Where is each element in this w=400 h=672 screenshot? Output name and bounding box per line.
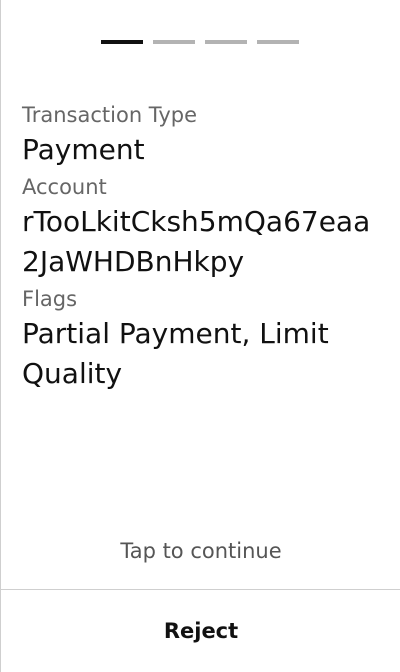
account-label: Account xyxy=(22,175,107,199)
transaction-type-label: Transaction Type xyxy=(22,103,198,127)
transaction-type-value: Payment xyxy=(22,133,145,166)
progress-step-3 xyxy=(205,40,247,44)
step-progress-indicator xyxy=(101,40,299,44)
flags-label: Flags xyxy=(22,287,78,311)
progress-step-4 xyxy=(257,40,299,44)
account-value: rTooLkitCksh5mQa67eaa2JaWHDBnHkpy xyxy=(22,205,371,278)
screen-frame: Transaction Type Payment Account rTooLki… xyxy=(0,0,400,672)
flags-value: Partial Payment, Limit Quality xyxy=(22,317,329,390)
progress-step-2 xyxy=(153,40,195,44)
tap-to-continue-hint[interactable]: Tap to continue xyxy=(1,536,400,566)
progress-step-1 xyxy=(101,40,143,44)
reject-button[interactable]: Reject xyxy=(1,590,400,672)
transaction-details[interactable]: Transaction Type Payment Account rTooLki… xyxy=(22,100,382,396)
